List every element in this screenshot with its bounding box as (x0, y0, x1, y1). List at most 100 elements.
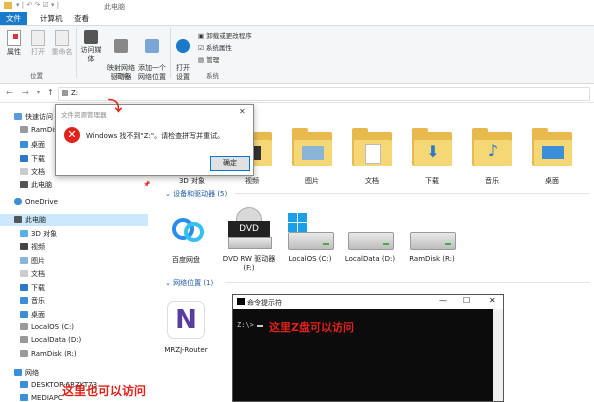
up-icon[interactable]: ↑ (47, 88, 54, 97)
nav-item-desktop-pc[interactable]: 桌面 (20, 310, 45, 320)
drive-label: LocalData (D:) (344, 255, 396, 263)
back-icon[interactable]: ← (6, 88, 13, 97)
folder-music[interactable]: ♪ (472, 128, 512, 166)
baidu-netdisk-icon[interactable] (168, 212, 204, 248)
nav-item-pictures[interactable]: 图片 (20, 256, 45, 266)
nav-item-downloads[interactable]: 下载 (20, 154, 45, 164)
error-dialog: 文件资源管理器 ✕ ✕ Windows 找不到"Z:"。请检查拼写并重试。 确定 (55, 104, 254, 176)
cmd-scrollbar[interactable] (493, 309, 503, 401)
desktop-icon (20, 141, 28, 148)
annotation-bottom: 这里也可以访问 (62, 384, 147, 398)
nav-item-onedrive[interactable]: OneDrive (14, 198, 58, 206)
nav-item-documents[interactable]: 文档 (20, 167, 45, 177)
drive-label: 百度网盘 (172, 256, 200, 264)
drive-icon (20, 336, 28, 343)
nav-item-quick-access[interactable]: 快速访问 (14, 112, 53, 122)
cmd-title: 命令提示符 (247, 299, 282, 307)
router-icon[interactable]: N (168, 302, 204, 338)
window-title: 此电脑 (104, 3, 125, 11)
section-header-devices[interactable]: ⌄ 设备和驱动器 (5) (165, 189, 227, 199)
local-os-drive-icon[interactable] (288, 232, 334, 250)
folder-pictures[interactable] (292, 128, 332, 166)
nav-item-music[interactable]: 音乐 (20, 296, 45, 306)
download-icon (20, 155, 28, 162)
section-header-network-locations[interactable]: ⌄ 网络位置 (1) (165, 278, 213, 288)
close-icon[interactable]: ✕ (489, 296, 496, 305)
drive-label: DVD RW 驱动器 (F:) (222, 255, 276, 272)
recent-dropdown-icon[interactable]: ▾ (37, 89, 40, 96)
folder-icon (4, 2, 12, 9)
download-icon (20, 284, 28, 291)
section-divider (235, 193, 590, 194)
tab-computer[interactable]: 计算机 (34, 12, 69, 25)
dialog-message: Windows 找不到"Z:"。请检查拼写并重试。 (86, 132, 225, 140)
group-label-location: 位置 (30, 72, 43, 80)
open-icon (31, 30, 45, 46)
nav-item-network[interactable]: 网络 (14, 368, 39, 378)
nav-item-3d-objects[interactable]: 3D 对象 (20, 229, 57, 239)
tab-file[interactable]: 文件 (0, 12, 27, 25)
desktop-icon (20, 311, 28, 318)
nav-item-desktop[interactable]: 桌面 (20, 140, 45, 150)
quick-access-toolbar[interactable]: ▾ | ↶ ↷ ☑ ▾ | (16, 1, 59, 9)
minimize-icon[interactable]: — (439, 296, 447, 305)
rename-button[interactable]: 重命名 (50, 30, 74, 57)
picture-icon (20, 257, 28, 264)
nav-item-local-os[interactable]: LocalOS (C:) (20, 323, 74, 331)
cmd-window: 命令提示符 — ☐ ✕ Z:\> 这里Z盘可以访问 (232, 294, 504, 402)
ok-button[interactable]: 确定 (210, 156, 250, 171)
computer-icon (20, 381, 28, 388)
drive-icon (20, 350, 28, 357)
drive-icon (20, 126, 28, 133)
document-icon (365, 144, 381, 164)
folder-documents[interactable] (352, 128, 392, 166)
drive-icon (62, 90, 68, 96)
folder-downloads[interactable]: ⬇ (412, 128, 452, 166)
cursor (257, 325, 263, 327)
media-icon (84, 30, 98, 44)
nav-item-ramdisk-r[interactable]: RamDisk (R:) (20, 350, 77, 358)
folder-label: 音乐 (485, 177, 499, 185)
address-bar-row: ← → ▾ ↑ Z: (0, 84, 594, 103)
router-label: MRZJ-Router (164, 346, 208, 354)
annotation-arrow-icon: ⤵ (108, 99, 122, 115)
document-icon (20, 270, 28, 277)
close-icon[interactable]: ✕ (239, 107, 246, 116)
dvd-drive-icon[interactable]: DVD (226, 207, 272, 249)
nav-item-this-pc[interactable]: 此电脑 (0, 214, 148, 226)
tab-view[interactable]: 查看 (68, 12, 95, 25)
folder-label: 3D 对象 (178, 177, 206, 185)
open-button[interactable]: 打开 (28, 30, 48, 57)
document-icon (20, 168, 28, 175)
manage-link[interactable]: ▤ 管理 (198, 54, 219, 64)
drive-label: RamDisk (R:) (409, 255, 455, 263)
nav-item-videos[interactable]: 视频 (20, 242, 45, 252)
gear-icon (176, 39, 190, 53)
properties-button[interactable]: 属性 (4, 30, 24, 57)
computer-icon (14, 216, 22, 223)
uninstall-programs-link[interactable]: ▣ 卸载或更改程序 (198, 30, 252, 40)
nav-item-this-pc-quick[interactable]: 此电脑 (20, 180, 52, 190)
address-path: Z: (71, 89, 79, 97)
nav-item-mediapc[interactable]: MEDIAPC (20, 394, 63, 402)
nav-item-downloads-pc[interactable]: 下载 (20, 283, 45, 293)
nav-item-documents-pc[interactable]: 文档 (20, 269, 45, 279)
address-input[interactable]: Z: (58, 87, 590, 101)
maximize-icon[interactable]: ☐ (463, 296, 470, 305)
local-data-drive-icon[interactable] (348, 232, 394, 250)
access-media-button[interactable]: 访问媒体 (78, 30, 104, 64)
ramdisk-drive-icon[interactable] (410, 232, 456, 250)
windows-logo-icon (288, 213, 308, 233)
nav-item-local-data[interactable]: LocalData (D:) (20, 336, 81, 344)
forward-icon[interactable]: → (22, 88, 29, 97)
monitor-icon (542, 146, 564, 159)
cmd-icon (237, 298, 245, 305)
add-network-location-button[interactable]: 添加一个 网络位置 (136, 30, 168, 82)
open-settings-button[interactable]: 打开 设置 (172, 30, 194, 82)
folder-desktop[interactable] (532, 128, 572, 166)
rename-icon (55, 30, 69, 46)
folder-label: 图片 (305, 177, 319, 185)
system-properties-link[interactable]: ☑ 系统属性 (198, 42, 232, 52)
network-icon (14, 369, 22, 376)
properties-icon (7, 30, 21, 46)
